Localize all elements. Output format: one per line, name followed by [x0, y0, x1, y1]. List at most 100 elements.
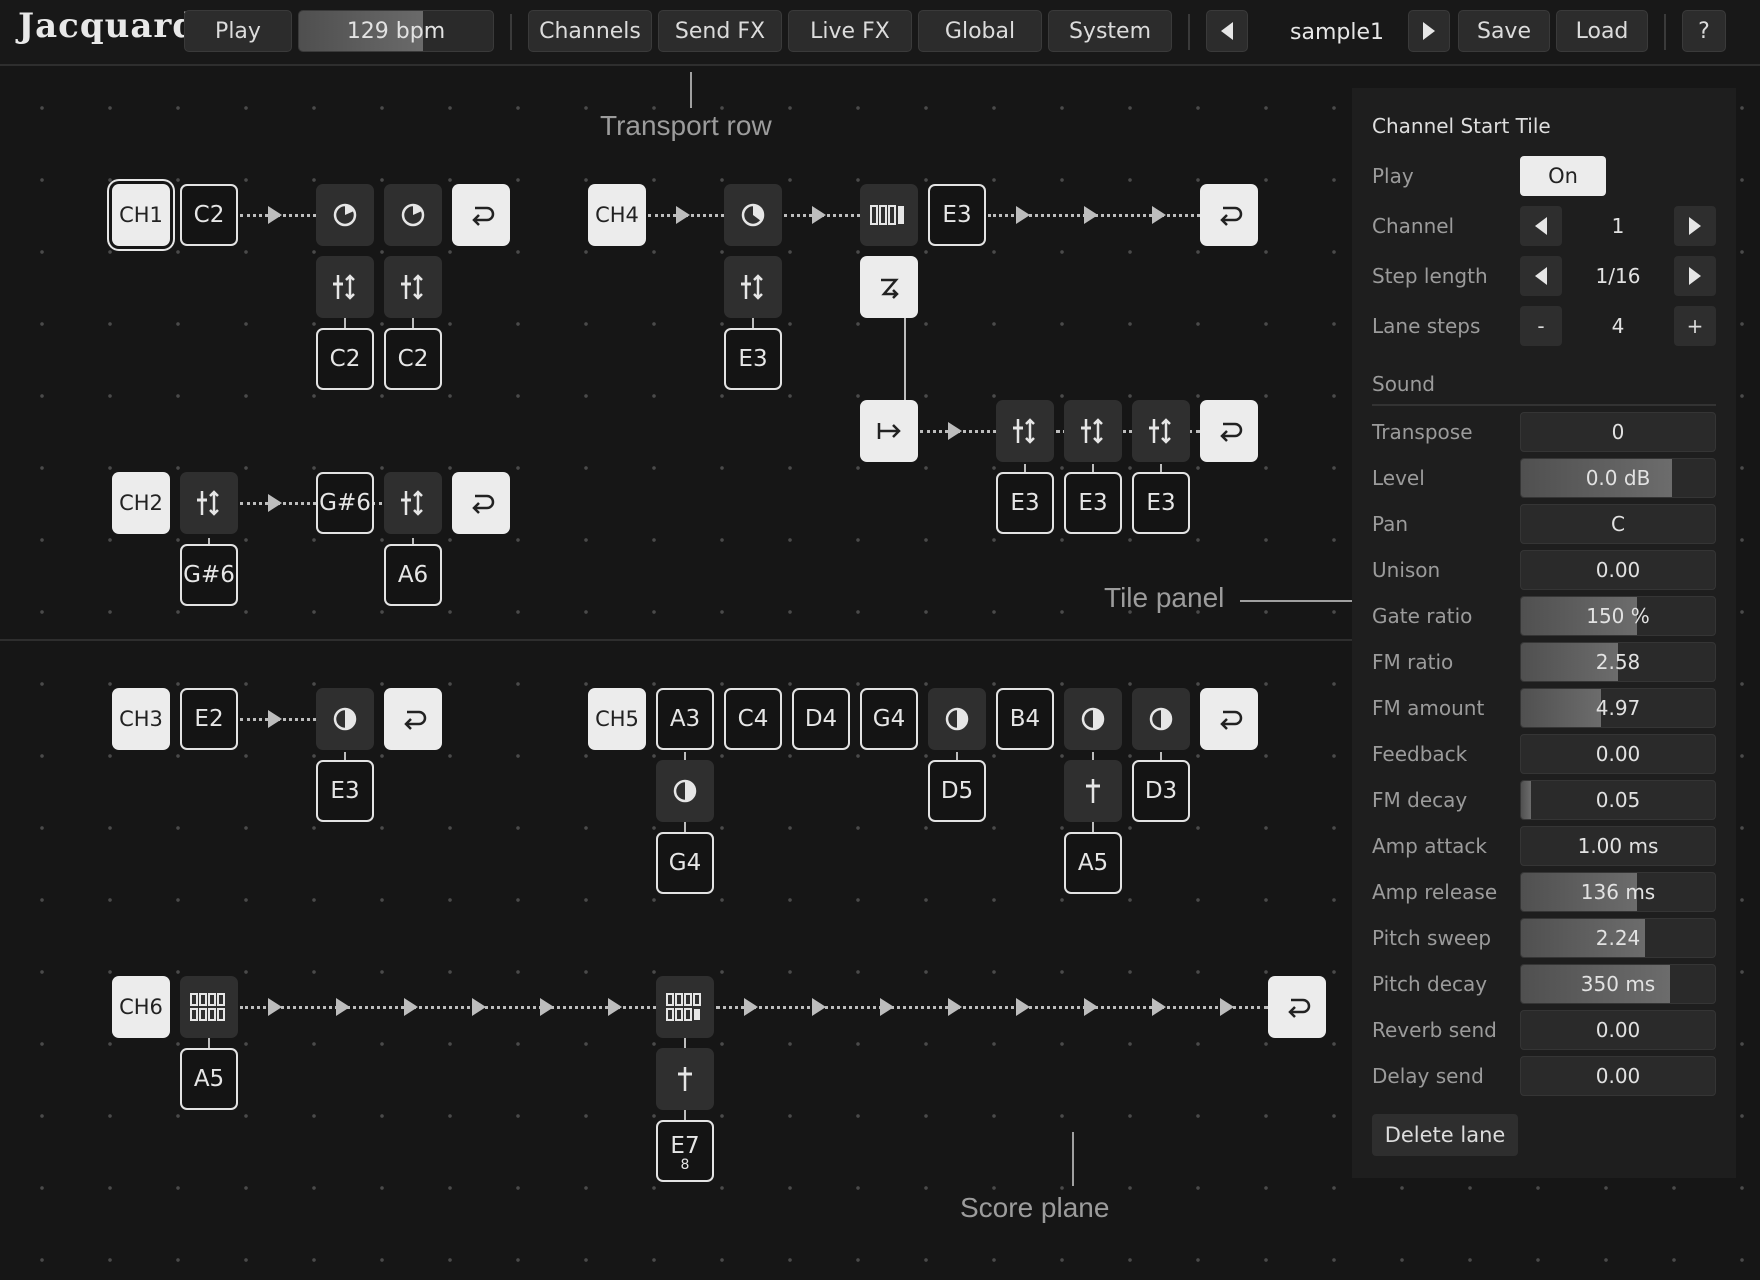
pan-slider[interactable]: C: [1520, 504, 1716, 544]
pitch-shift-tile[interactable]: [180, 472, 238, 534]
note-tile[interactable]: C2: [384, 328, 442, 390]
repeat-grid-icon: [666, 993, 701, 1021]
channel-start-tile-ch6[interactable]: CH6: [112, 976, 170, 1038]
pitch-decay-slider[interactable]: 350 ms: [1520, 964, 1716, 1004]
pitch-shift-tile[interactable]: [384, 256, 442, 318]
octave-tile[interactable]: [656, 1048, 714, 1110]
loop-tile[interactable]: [1268, 976, 1326, 1038]
repeat-tile[interactable]: [656, 976, 714, 1038]
probability-tile[interactable]: [384, 184, 442, 246]
probability-tile[interactable]: [316, 184, 374, 246]
amp-release-slider[interactable]: 136 ms: [1520, 872, 1716, 912]
note-tile[interactable]: D5: [928, 760, 986, 822]
loop-tile[interactable]: [452, 184, 510, 246]
delete-lane-button[interactable]: Delete lane: [1372, 1114, 1518, 1156]
lane-steps-increment-button[interactable]: +: [1674, 306, 1716, 346]
pitch-shift-tile[interactable]: [1132, 400, 1190, 462]
probability-tile[interactable]: [724, 184, 782, 246]
loop-tile[interactable]: [1200, 688, 1258, 750]
channel-prev-button[interactable]: [1520, 206, 1562, 246]
note-tile[interactable]: E3: [1132, 472, 1190, 534]
lane-steps-decrement-button[interactable]: -: [1520, 306, 1562, 346]
pitch-shift-tile[interactable]: [316, 256, 374, 318]
load-button[interactable]: Load: [1556, 10, 1648, 52]
note-tile[interactable]: C2: [180, 184, 238, 246]
note-tile[interactable]: G4: [656, 832, 714, 894]
pitch-shift-tile[interactable]: [996, 400, 1054, 462]
note-tile[interactable]: E3: [1064, 472, 1122, 534]
note-tile[interactable]: E7 8: [656, 1120, 714, 1182]
note-tile[interactable]: G#6: [180, 544, 238, 606]
probability-tile[interactable]: [656, 760, 714, 822]
help-button[interactable]: ?: [1682, 10, 1726, 52]
note-tile[interactable]: D4: [792, 688, 850, 750]
level-slider[interactable]: 0.0 dB: [1520, 458, 1716, 498]
note-tile[interactable]: A5: [1064, 832, 1122, 894]
probability-tile[interactable]: [1132, 688, 1190, 750]
bpm-control[interactable]: 129 bpm: [298, 10, 494, 52]
channel-next-button[interactable]: [1674, 206, 1716, 246]
note-tile[interactable]: E3: [996, 472, 1054, 534]
repeat-tile[interactable]: [860, 184, 918, 246]
lane-start-tile[interactable]: [860, 400, 918, 462]
pitch-shift-tile[interactable]: [1064, 400, 1122, 462]
save-button[interactable]: Save: [1458, 10, 1550, 52]
channel-start-tile-ch1[interactable]: CH1: [112, 184, 170, 246]
feedback-slider[interactable]: 0.00: [1520, 734, 1716, 774]
jump-tile[interactable]: [860, 256, 918, 318]
note-tile[interactable]: E3: [928, 184, 986, 246]
step-arrow-icon: [608, 998, 622, 1016]
note-tile[interactable]: E2: [180, 688, 238, 750]
pitch-shift-tile[interactable]: [384, 472, 442, 534]
play-toggle[interactable]: On: [1520, 156, 1606, 196]
step-length-next-button[interactable]: [1674, 256, 1716, 296]
note-tile[interactable]: B4: [996, 688, 1054, 750]
pitch-sweep-slider[interactable]: 2.24: [1520, 918, 1716, 958]
note-tile[interactable]: G#6: [316, 472, 374, 534]
unison-slider[interactable]: 0.00: [1520, 550, 1716, 590]
note-tile[interactable]: G4: [860, 688, 918, 750]
tab-global[interactable]: Global: [918, 10, 1042, 52]
note-tile[interactable]: A5: [180, 1048, 238, 1110]
gate-ratio-slider[interactable]: 150 %: [1520, 596, 1716, 636]
reverb-send-slider[interactable]: 0.00: [1520, 1010, 1716, 1050]
channel-start-tile-ch2[interactable]: CH2: [112, 472, 170, 534]
note-tile[interactable]: A3: [656, 688, 714, 750]
tab-system[interactable]: System: [1048, 10, 1172, 52]
channel-start-tile-ch5[interactable]: CH5: [588, 688, 646, 750]
pitch-shift-tile[interactable]: [724, 256, 782, 318]
loop-tile[interactable]: [1200, 400, 1258, 462]
tab-send-fx[interactable]: Send FX: [658, 10, 782, 52]
tab-live-fx[interactable]: Live FX: [788, 10, 912, 52]
repeat-tile[interactable]: [180, 976, 238, 1038]
amp-attack-slider[interactable]: 1.00 ms: [1520, 826, 1716, 866]
octave-tile[interactable]: [1064, 760, 1122, 822]
channel-start-tile-ch3[interactable]: CH3: [112, 688, 170, 750]
next-sample-button[interactable]: [1408, 10, 1450, 52]
amp-release-label: Amp release: [1372, 880, 1498, 904]
note-tile[interactable]: C4: [724, 688, 782, 750]
tab-channels[interactable]: Channels: [528, 10, 652, 52]
note-tile[interactable]: E3: [316, 760, 374, 822]
probability-tile[interactable]: [928, 688, 986, 750]
pan-label: Pan: [1372, 512, 1409, 536]
channel-start-tile-ch4[interactable]: CH4: [588, 184, 646, 246]
loop-tile[interactable]: [1200, 184, 1258, 246]
probability-tile[interactable]: [316, 688, 374, 750]
fm-decay-slider[interactable]: 0.05: [1520, 780, 1716, 820]
note-tile[interactable]: A6: [384, 544, 442, 606]
loop-tile[interactable]: [384, 688, 442, 750]
loop-tile[interactable]: [452, 472, 510, 534]
probability-tile[interactable]: [1064, 688, 1122, 750]
note-tile[interactable]: D3: [1132, 760, 1190, 822]
play-button[interactable]: Play: [184, 10, 292, 52]
transpose-slider[interactable]: 0: [1520, 412, 1716, 452]
prev-sample-button[interactable]: [1206, 10, 1248, 52]
note-tile[interactable]: C2: [316, 328, 374, 390]
delay-send-slider[interactable]: 0.00: [1520, 1056, 1716, 1096]
triangle-left-icon: [1221, 22, 1233, 40]
note-tile[interactable]: E3: [724, 328, 782, 390]
fm-amount-slider[interactable]: 4.97: [1520, 688, 1716, 728]
fm-ratio-slider[interactable]: 2.58: [1520, 642, 1716, 682]
step-length-prev-button[interactable]: [1520, 256, 1562, 296]
